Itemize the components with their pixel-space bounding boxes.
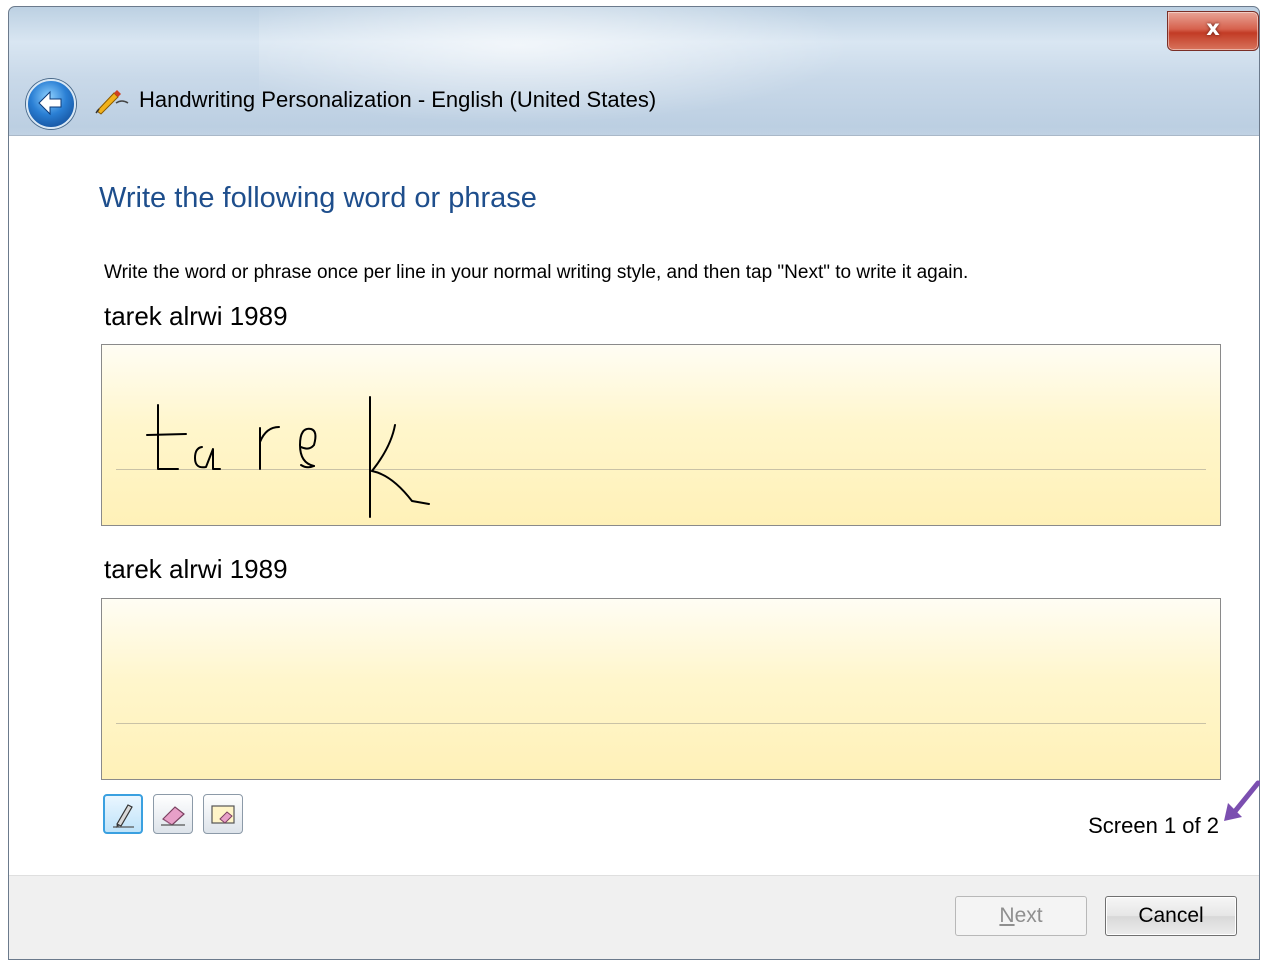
back-arrow-icon xyxy=(38,90,62,116)
handwriting-app-icon xyxy=(95,90,129,115)
eraser-tool-button[interactable] xyxy=(153,794,193,834)
annotation-arrow-icon xyxy=(1224,780,1260,821)
footer-bar: Next Cancel xyxy=(9,875,1259,959)
writing-pad-2[interactable] xyxy=(101,598,1221,780)
close-button[interactable]: x xyxy=(1167,11,1259,51)
back-button[interactable] xyxy=(26,79,76,129)
page-heading: Write the following word or phrase xyxy=(99,182,537,214)
close-icon: x xyxy=(1206,16,1220,40)
clear-pad-button[interactable] xyxy=(203,794,243,834)
eraser-icon xyxy=(161,806,185,826)
dialog-window: x Handwriting Personalization - English … xyxy=(8,6,1260,960)
pen-icon xyxy=(113,804,134,828)
next-access-key: N xyxy=(999,904,1015,927)
pad-baseline xyxy=(116,723,1206,724)
window-title: Handwriting Personalization - English (U… xyxy=(139,87,657,112)
phrase-label-1: tarek alrwi 1989 xyxy=(104,301,288,331)
clear-pad-icon xyxy=(211,805,235,824)
pen-tool-button[interactable] xyxy=(103,794,143,834)
wizard-content: Write the following word or phrase Write… xyxy=(9,135,1259,876)
phrase-label-2: tarek alrwi 1989 xyxy=(104,554,288,584)
next-label-rest: ext xyxy=(1014,904,1043,927)
next-button[interactable]: Next xyxy=(955,896,1087,936)
screen-counter: Screen 1 of 2 xyxy=(1088,813,1219,838)
writing-pad-1[interactable] xyxy=(101,344,1221,526)
handwriting-ink xyxy=(146,396,430,518)
title-bar-glass xyxy=(259,7,909,137)
cancel-button[interactable]: Cancel xyxy=(1105,896,1237,936)
instruction-text: Write the word or phrase once per line i… xyxy=(104,262,969,283)
